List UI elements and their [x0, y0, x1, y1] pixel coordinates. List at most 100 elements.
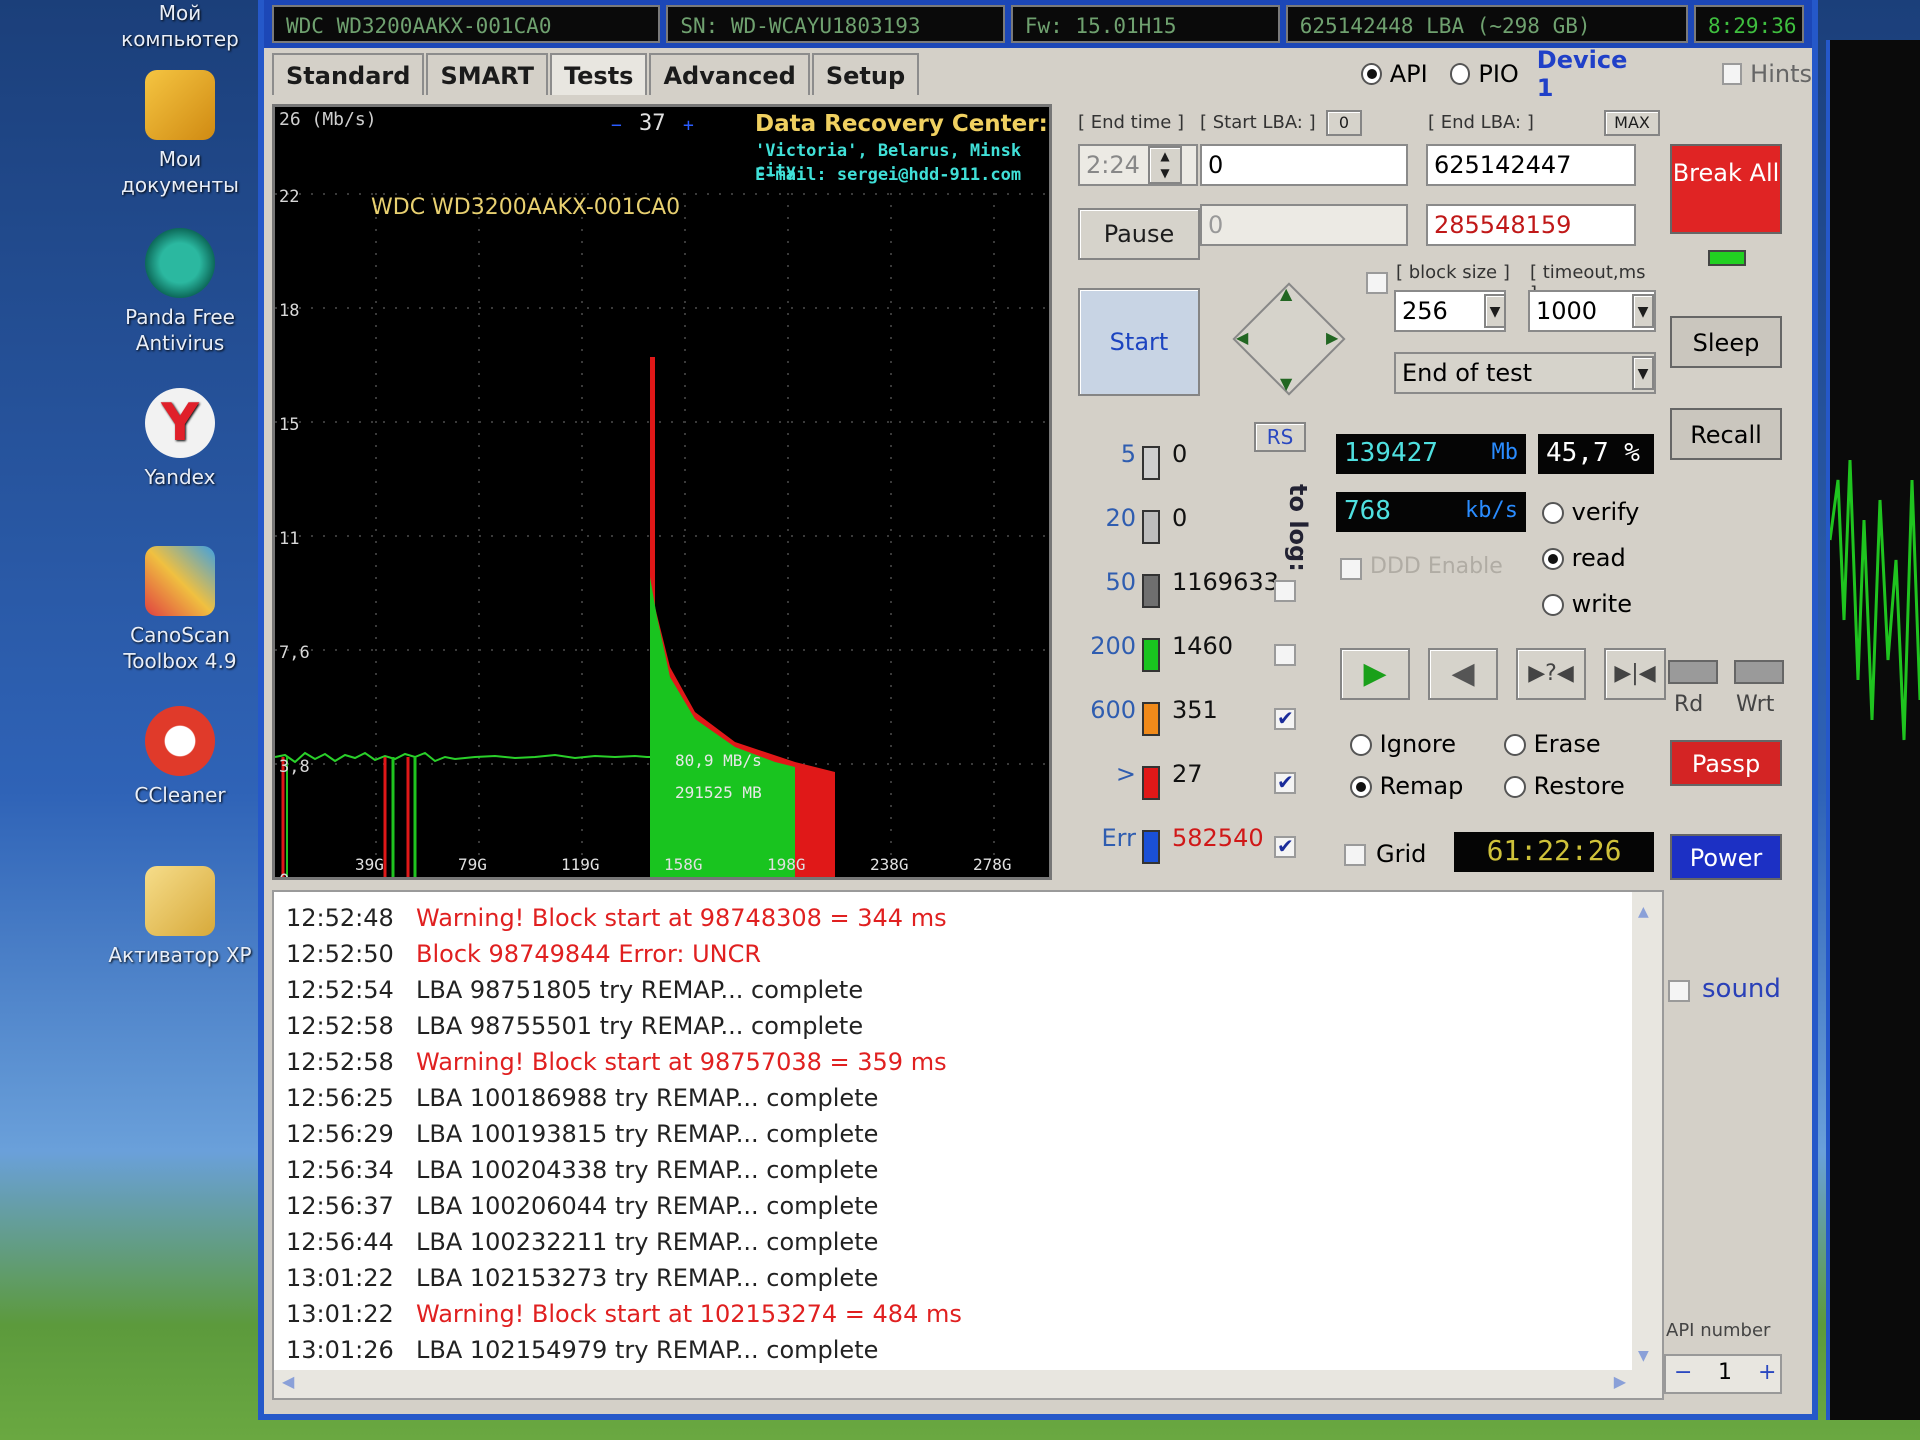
- start-lba-zero-button[interactable]: 0: [1326, 110, 1362, 136]
- block-size-dropdown-icon[interactable]: ▼: [1484, 294, 1506, 328]
- pause-button[interactable]: Pause: [1078, 208, 1200, 260]
- desktop-icon-label: Мой компьютер: [121, 1, 239, 51]
- end-time-spinner[interactable]: ▲ ▼: [1148, 146, 1182, 184]
- mode-verify[interactable]: verify: [1542, 498, 1639, 526]
- log-vertical-scrollbar[interactable]: ▲ ▼: [1632, 892, 1662, 1372]
- seek-unknown-icon[interactable]: ▶?◀: [1516, 648, 1586, 700]
- grid-dot: [375, 337, 377, 339]
- opt-remap[interactable]: Remap: [1350, 772, 1463, 800]
- arrow-left-icon[interactable]: ◀: [1236, 328, 1248, 347]
- sleep-button[interactable]: Sleep: [1670, 316, 1782, 368]
- api-minus-icon[interactable]: −: [1674, 1360, 1692, 1385]
- log-to-file-checkbox[interactable]: [1274, 706, 1296, 730]
- recall-button[interactable]: Recall: [1670, 408, 1782, 460]
- sound-checkbox[interactable]: [1668, 980, 1690, 1002]
- desktop-icon-my-documents[interactable]: Мои документы: [100, 70, 260, 198]
- scroll-up-icon[interactable]: ▲: [1638, 904, 1649, 920]
- desktop-icon-panda[interactable]: Panda Free Antivirus: [100, 228, 260, 356]
- ignore-radio[interactable]: [1350, 734, 1372, 756]
- event-log[interactable]: 12:52:48 Warning! Block start at 98748308…: [272, 890, 1664, 1400]
- api-plus-icon[interactable]: +: [1758, 1360, 1776, 1385]
- legend-row: 600 351: [1074, 696, 1314, 748]
- counter-minus-icon[interactable]: −: [611, 115, 622, 136]
- grid-dot: [581, 253, 583, 255]
- break-all-button[interactable]: Break All: [1670, 144, 1782, 234]
- grid-dot: [787, 733, 789, 735]
- arrow-down-icon[interactable]: ▼: [1280, 374, 1292, 393]
- pio-radio[interactable]: [1449, 63, 1471, 85]
- api-radio[interactable]: [1361, 63, 1382, 85]
- end-action-select[interactable]: End of test: [1394, 352, 1656, 394]
- log-to-file-checkbox[interactable]: [1274, 580, 1296, 602]
- opt-ignore[interactable]: Ignore: [1350, 730, 1456, 758]
- restore-radio[interactable]: [1504, 776, 1526, 798]
- counter-plus-icon[interactable]: +: [683, 115, 694, 136]
- opt-erase[interactable]: Erase: [1504, 730, 1601, 758]
- passp-button[interactable]: Passp: [1670, 740, 1782, 786]
- grid-dot: [684, 349, 686, 351]
- grid-dot: [581, 613, 583, 615]
- desktop-icon-ccleaner[interactable]: CCleaner: [100, 706, 260, 808]
- grid-dot: [623, 535, 625, 537]
- verify-radio[interactable]: [1542, 502, 1564, 524]
- log-horizontal-scrollbar[interactable]: ◀ ▶: [274, 1370, 1662, 1398]
- scroll-left-icon[interactable]: ◀: [282, 1372, 294, 1391]
- skip-end-icon[interactable]: ▶|◀: [1604, 648, 1666, 700]
- desktop-icon-canoscan[interactable]: CanoScan Toolbox 4.9: [100, 546, 260, 674]
- grid-dot: [947, 649, 949, 651]
- api-number-stepper[interactable]: − 1 +: [1664, 1354, 1782, 1394]
- grid-dot: [587, 535, 589, 537]
- tab-setup[interactable]: Setup: [811, 53, 920, 95]
- grid-dot: [581, 373, 583, 375]
- desktop-icon-yandex[interactable]: Y Yandex: [100, 388, 260, 490]
- device-label[interactable]: Device 1: [1537, 46, 1644, 102]
- mode-write[interactable]: write: [1542, 590, 1632, 618]
- power-button[interactable]: Power: [1670, 834, 1782, 880]
- grid-dot: [563, 307, 565, 309]
- write-radio[interactable]: [1542, 594, 1564, 616]
- arrow-up-icon[interactable]: ▲: [1280, 284, 1292, 303]
- desktop-icon-my-computer[interactable]: Мой компьютер: [100, 0, 260, 52]
- grid-dot: [890, 805, 892, 807]
- opt-restore[interactable]: Restore: [1504, 772, 1625, 800]
- remap-radio[interactable]: [1350, 776, 1372, 798]
- log-to-file-checkbox[interactable]: [1274, 644, 1296, 666]
- ddd-enable-checkbox[interactable]: [1340, 558, 1362, 580]
- scroll-down-icon[interactable]: ▼: [1638, 1348, 1649, 1364]
- desktop-icon-activator[interactable]: Активатор XP: [100, 866, 260, 968]
- desktop-icon-label: Активатор XP: [108, 943, 252, 967]
- grid-dot: [581, 517, 583, 519]
- grid-dot: [684, 505, 686, 507]
- timeout-dropdown-icon[interactable]: ▼: [1632, 294, 1654, 328]
- grid-dot: [467, 763, 469, 765]
- grid-dot: [993, 241, 995, 243]
- hints-checkbox[interactable]: [1721, 63, 1743, 85]
- grid-dot: [890, 277, 892, 279]
- end-lba-max-button[interactable]: MAX: [1604, 110, 1660, 136]
- rewind-icon[interactable]: ◀: [1428, 648, 1498, 700]
- tab-standard[interactable]: Standard: [272, 53, 425, 95]
- pad-checkbox[interactable]: [1366, 272, 1388, 294]
- tab-smart[interactable]: SMART: [426, 53, 548, 95]
- start-button[interactable]: Start: [1078, 288, 1200, 396]
- direction-pad[interactable]: ▲ ▼ ◀ ▶: [1224, 274, 1354, 404]
- grid-dot: [671, 421, 673, 423]
- tab-tests[interactable]: Tests: [549, 53, 648, 95]
- grid-dot: [815, 535, 817, 537]
- start-lba-current: 0: [1200, 204, 1408, 246]
- end-action-dropdown-icon[interactable]: ▼: [1632, 356, 1654, 390]
- end-lba-input[interactable]: 625142447: [1426, 144, 1636, 186]
- play-icon[interactable]: ▶: [1340, 648, 1410, 700]
- erase-radio[interactable]: [1504, 734, 1526, 756]
- log-to-file-checkbox[interactable]: [1274, 834, 1296, 858]
- mode-read[interactable]: read: [1542, 544, 1626, 572]
- log-to-file-checkbox[interactable]: [1274, 770, 1296, 794]
- grid-dot: [375, 841, 377, 843]
- grid-dot: [684, 565, 686, 567]
- read-radio[interactable]: [1542, 548, 1564, 570]
- scroll-right-icon[interactable]: ▶: [1614, 1372, 1626, 1391]
- start-lba-input[interactable]: 0: [1200, 144, 1408, 186]
- tab-advanced[interactable]: Advanced: [649, 53, 810, 95]
- arrow-right-icon[interactable]: ▶: [1326, 328, 1338, 347]
- grid-checkbox[interactable]: [1344, 844, 1366, 866]
